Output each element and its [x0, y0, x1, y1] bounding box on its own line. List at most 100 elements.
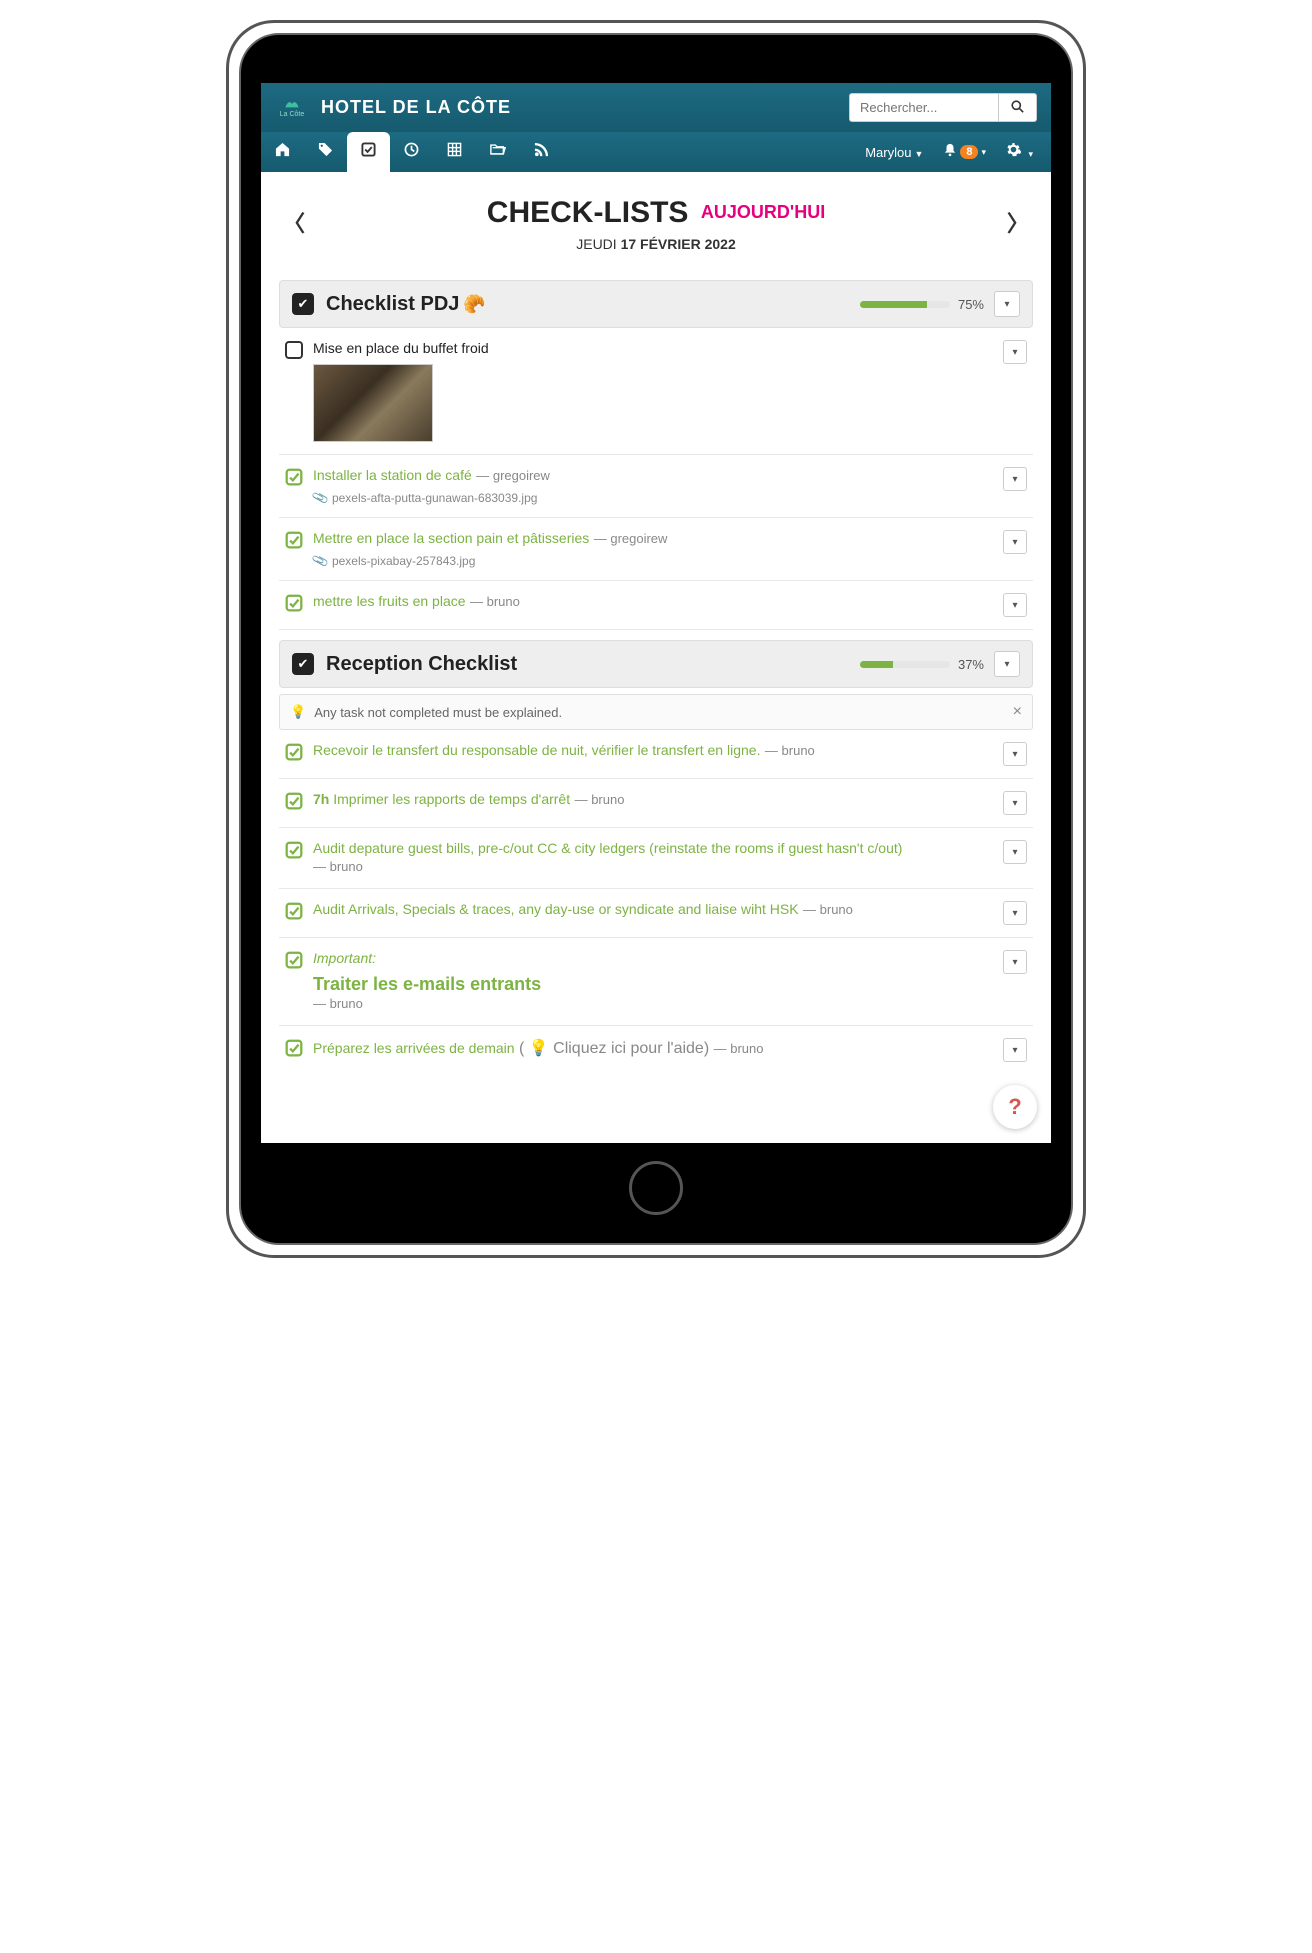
- task-checked-icon[interactable]: [285, 792, 303, 810]
- nav-grid[interactable]: [433, 132, 476, 172]
- task-row: Préparez les arrivées de demain ( 💡 Cliq…: [279, 1026, 1033, 1074]
- task-hint[interactable]: ( 💡 Cliquez ici pour l'aide): [519, 1040, 709, 1057]
- task-checkbox[interactable]: [285, 341, 303, 359]
- lightbulb-icon: 💡: [290, 704, 306, 720]
- task-menu-button[interactable]: ▾: [1003, 840, 1027, 864]
- task-checked-icon[interactable]: [285, 594, 303, 612]
- next-day-button[interactable]: 〉: [1007, 206, 1029, 238]
- progress-bar: [860, 301, 950, 308]
- search-wrap: [849, 93, 1037, 122]
- tablet-frame: La Côte HOTEL DE LA CÔTE Marylou▼ 8 ▾ ▾ …: [226, 20, 1086, 1258]
- checklist-header: ✔ Checklist PDJ 🥐 75% ▾: [279, 280, 1033, 328]
- nav-home[interactable]: [261, 132, 304, 172]
- task-menu-button[interactable]: ▾: [1003, 530, 1027, 554]
- content-area: 〈 CHECK-LISTS AUJOURD'HUI JEUDI 17 FÉVRI…: [261, 172, 1051, 1074]
- task-menu-button[interactable]: ▾: [1003, 742, 1027, 766]
- note-text: Any task not completed must be explained…: [314, 705, 562, 720]
- help-icon: ?: [1008, 1094, 1021, 1120]
- progress-fill: [860, 301, 928, 308]
- progress-pct: 37%: [958, 657, 984, 672]
- nav-rss[interactable]: [520, 132, 563, 172]
- date-rest: 17 FÉVRIER 2022: [621, 236, 736, 252]
- nav-clock[interactable]: [390, 132, 433, 172]
- nav-checklists[interactable]: [347, 132, 390, 172]
- task-checked-icon[interactable]: [285, 468, 303, 486]
- task-author: bruno: [313, 996, 363, 1011]
- task-label: Installer la station de café: [313, 467, 472, 483]
- nav-tag[interactable]: [304, 132, 347, 172]
- task-checked-icon[interactable]: [285, 531, 303, 549]
- task-menu-button[interactable]: ▾: [1003, 593, 1027, 617]
- checklist-toggle-icon[interactable]: ✔: [292, 293, 314, 315]
- task-highlight: Traiter les e-mails entrants: [313, 974, 993, 995]
- caret-down-icon: ▾: [1028, 149, 1033, 159]
- checklist-toggle-icon[interactable]: ✔: [292, 653, 314, 675]
- progress-fill: [860, 661, 893, 668]
- clock-icon: [404, 142, 419, 162]
- task-menu-button[interactable]: ▾: [1003, 1038, 1027, 1062]
- page-subtitle: AUJOURD'HUI: [701, 202, 825, 222]
- task-row: 7h Imprimer les rapports de temps d'arrê…: [279, 779, 1033, 828]
- rss-icon: [534, 142, 549, 162]
- checklist-menu-button[interactable]: ▾: [994, 651, 1020, 677]
- task-prefix: 7h Imprimer les rapports de temps d'arrê…: [313, 791, 570, 807]
- task-checked-icon[interactable]: [285, 743, 303, 761]
- page-title: CHECK-LISTS: [487, 196, 689, 230]
- tablet-home-button[interactable]: [629, 1161, 683, 1215]
- search-input[interactable]: [849, 93, 999, 122]
- user-name-label: Marylou: [865, 145, 911, 160]
- task-menu-button[interactable]: ▾: [1003, 791, 1027, 815]
- note-close-button[interactable]: ×: [1013, 703, 1022, 721]
- notifications-button[interactable]: 8 ▾: [937, 143, 992, 162]
- task-checked-icon[interactable]: [285, 1039, 303, 1057]
- tablet-inner: La Côte HOTEL DE LA CÔTE Marylou▼ 8 ▾ ▾ …: [239, 33, 1073, 1245]
- task-checked-icon[interactable]: [285, 951, 303, 969]
- progress-wrap: 75%: [860, 297, 984, 312]
- task-author: bruno: [803, 902, 853, 917]
- folder-icon: [490, 142, 506, 162]
- check-icon: [361, 142, 376, 162]
- task-attachment[interactable]: 📎pexels-afta-putta-gunawan-683039.jpg: [313, 491, 993, 505]
- task-menu-button[interactable]: ▾: [1003, 901, 1027, 925]
- page-date: JEUDI 17 FÉVRIER 2022: [279, 236, 1033, 252]
- task-checked-icon[interactable]: [285, 841, 303, 859]
- progress-pct: 75%: [958, 297, 984, 312]
- caret-down-icon: ▼: [914, 149, 923, 159]
- task-label: Mise en place du buffet froid: [313, 340, 993, 356]
- task-row: Audit depature guest bills, pre-c/out CC…: [279, 828, 1033, 889]
- task-label: Recevoir le transfert du responsable de …: [313, 742, 760, 758]
- task-author: bruno: [575, 792, 625, 807]
- tag-icon: [318, 142, 333, 162]
- help-fab[interactable]: ?: [993, 1085, 1037, 1129]
- home-icon: [275, 142, 290, 162]
- search-button[interactable]: [999, 93, 1037, 122]
- task-row: Installer la station de café gregoirew 📎…: [279, 455, 1033, 518]
- nav-bar: Marylou▼ 8 ▾ ▾: [261, 132, 1051, 172]
- task-checked-icon[interactable]: [285, 902, 303, 920]
- user-menu[interactable]: Marylou▼: [857, 135, 931, 170]
- bell-icon: [943, 143, 957, 162]
- task-row: Important: Traiter les e-mails entrants …: [279, 938, 1033, 1026]
- task-thumbnail[interactable]: [313, 364, 433, 442]
- chevron-left-icon: 〈: [283, 211, 305, 236]
- task-author: gregoirew: [476, 468, 550, 483]
- task-attachment[interactable]: 📎pexels-pixabay-257843.jpg: [313, 554, 993, 568]
- caret-down-icon: ▾: [981, 147, 986, 158]
- prev-day-button[interactable]: 〈: [283, 206, 305, 238]
- top-bar: La Côte HOTEL DE LA CÔTE: [261, 83, 1051, 132]
- task-menu-button[interactable]: ▾: [1003, 950, 1027, 974]
- task-author: bruno: [714, 1041, 764, 1056]
- hotel-name: HOTEL DE LA CÔTE: [321, 97, 511, 118]
- checklist-menu-button[interactable]: ▾: [994, 291, 1020, 317]
- brand-small-text: La Côte: [280, 111, 305, 118]
- task-row: Recevoir le transfert du responsable de …: [279, 730, 1033, 779]
- brand-logo: La Côte: [275, 94, 309, 122]
- nav-folder[interactable]: [476, 132, 520, 172]
- paperclip-icon: 📎: [311, 489, 330, 507]
- app-screen: La Côte HOTEL DE LA CÔTE Marylou▼ 8 ▾ ▾ …: [261, 83, 1051, 1143]
- settings-menu[interactable]: ▾: [998, 132, 1041, 172]
- task-menu-button[interactable]: ▾: [1003, 340, 1027, 364]
- checklist-header: ✔ Reception Checklist 37% ▾: [279, 640, 1033, 688]
- task-menu-button[interactable]: ▾: [1003, 467, 1027, 491]
- task-row: Mettre en place la section pain et pâtis…: [279, 518, 1033, 581]
